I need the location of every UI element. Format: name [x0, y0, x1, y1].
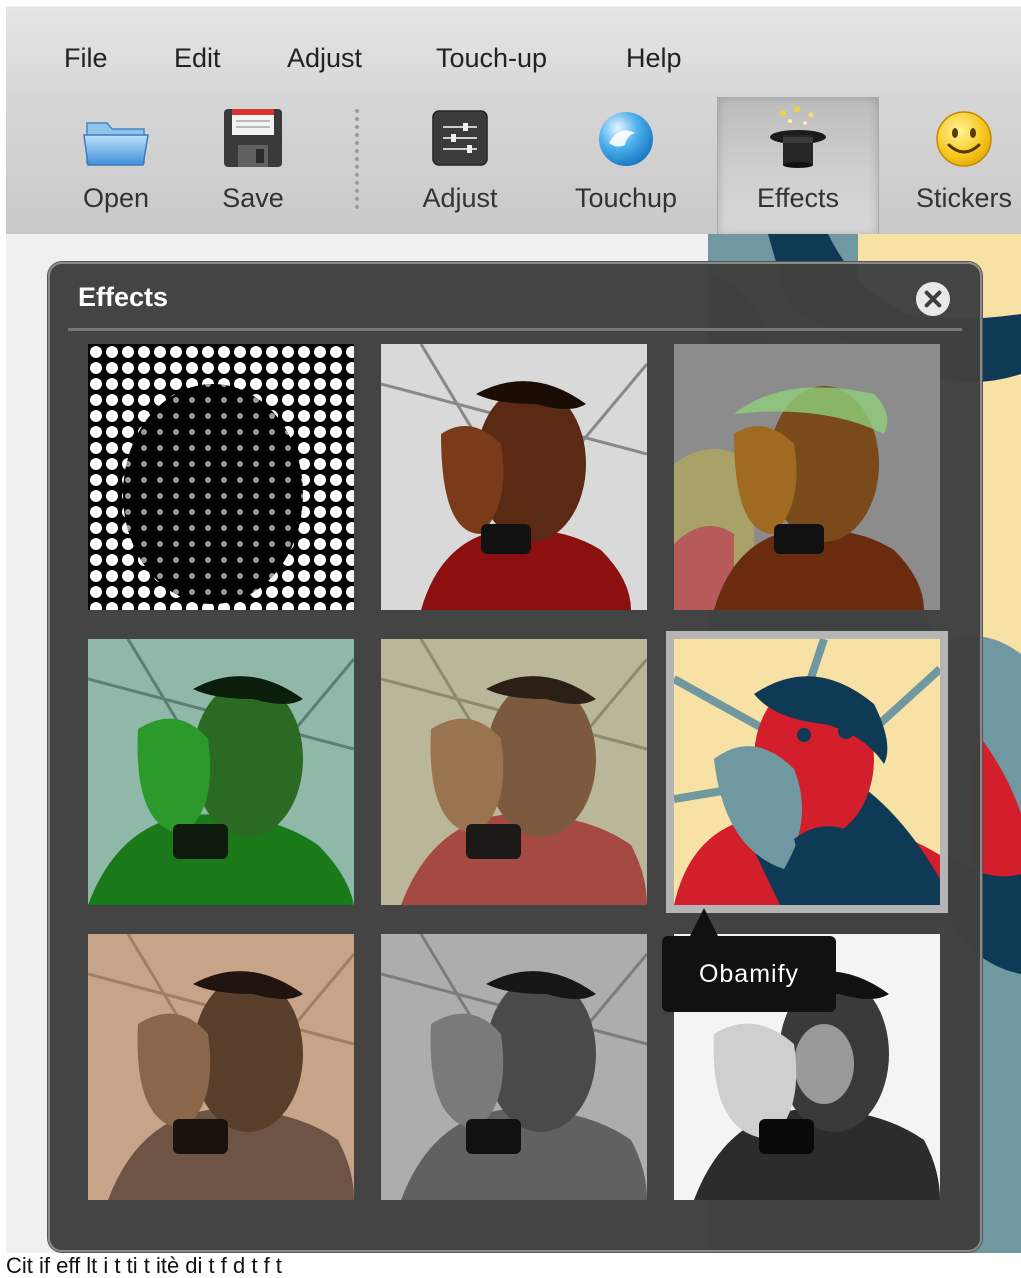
menu-help[interactable]: Help — [626, 43, 682, 74]
footer-text: Cit if eff lt i t ti t itè di t f d t f … — [6, 1253, 1021, 1278]
stickers-button[interactable]: Stickers — [904, 97, 1021, 235]
sepia-thumbnail — [88, 934, 354, 1200]
adjust-button[interactable]: Adjust — [410, 97, 510, 235]
save-button[interactable]: Save — [206, 97, 300, 235]
effect-tooltip: Obamify — [662, 936, 836, 1012]
folder-open-icon — [83, 122, 149, 166]
effects-panel: Effects Obamify — [48, 262, 982, 1252]
effect-thumb-faded[interactable] — [381, 639, 647, 905]
menu-bar: File Edit Adjust Touch-up Help — [6, 7, 1021, 97]
green-tint-thumbnail — [88, 639, 354, 905]
obamify-thumbnail — [674, 639, 940, 905]
tooltip-arrow — [690, 908, 718, 936]
faded-thumbnail — [381, 639, 647, 905]
halftone-thumbnail — [88, 344, 354, 610]
toolbar-separator — [355, 109, 359, 209]
smiley-icon — [936, 111, 992, 167]
effect-thumb-high-contrast[interactable] — [381, 344, 647, 610]
stickers-label: Stickers — [915, 183, 1013, 213]
menu-edit[interactable]: Edit — [174, 43, 221, 74]
menu-touch-up[interactable]: Touch-up — [436, 43, 547, 74]
sliders-icon — [432, 110, 488, 166]
floppy-disk-icon — [224, 109, 282, 167]
effect-thumb-grayscale[interactable] — [381, 934, 647, 1200]
app-toolbar: File Edit Adjust Touch-up Help Open Save… — [6, 6, 1021, 235]
effect-thumb-halftone[interactable] — [88, 344, 354, 610]
menu-adjust[interactable]: Adjust — [287, 43, 362, 74]
grayscale-thumbnail — [381, 934, 647, 1200]
adjust-label: Adjust — [422, 183, 498, 213]
menu-file[interactable]: File — [64, 43, 108, 74]
posterize-thumbnail — [674, 344, 940, 610]
panel-divider — [68, 328, 962, 331]
open-label: Open — [82, 183, 150, 213]
blue-orb-icon — [599, 112, 653, 166]
touchup-button[interactable]: Touchup — [562, 97, 690, 235]
high-contrast-thumbnail — [381, 344, 647, 610]
effect-thumb-sepia[interactable] — [88, 934, 354, 1200]
effect-thumb-posterize[interactable] — [674, 344, 940, 610]
open-button[interactable]: Open — [68, 97, 164, 235]
magic-hat-icon — [770, 106, 826, 168]
tool-strip: Open Save Adjust Touchup Effects Sticker… — [6, 97, 1021, 235]
panel-title: Effects — [78, 282, 169, 312]
close-icon[interactable] — [916, 282, 950, 316]
effects-label: Effects — [756, 183, 840, 213]
effect-thumb-obamify[interactable] — [666, 631, 948, 913]
save-label: Save — [222, 183, 284, 213]
effects-button[interactable]: Effects — [717, 97, 879, 235]
effect-thumb-green-tint[interactable] — [88, 639, 354, 905]
touchup-label: Touchup — [574, 183, 678, 213]
